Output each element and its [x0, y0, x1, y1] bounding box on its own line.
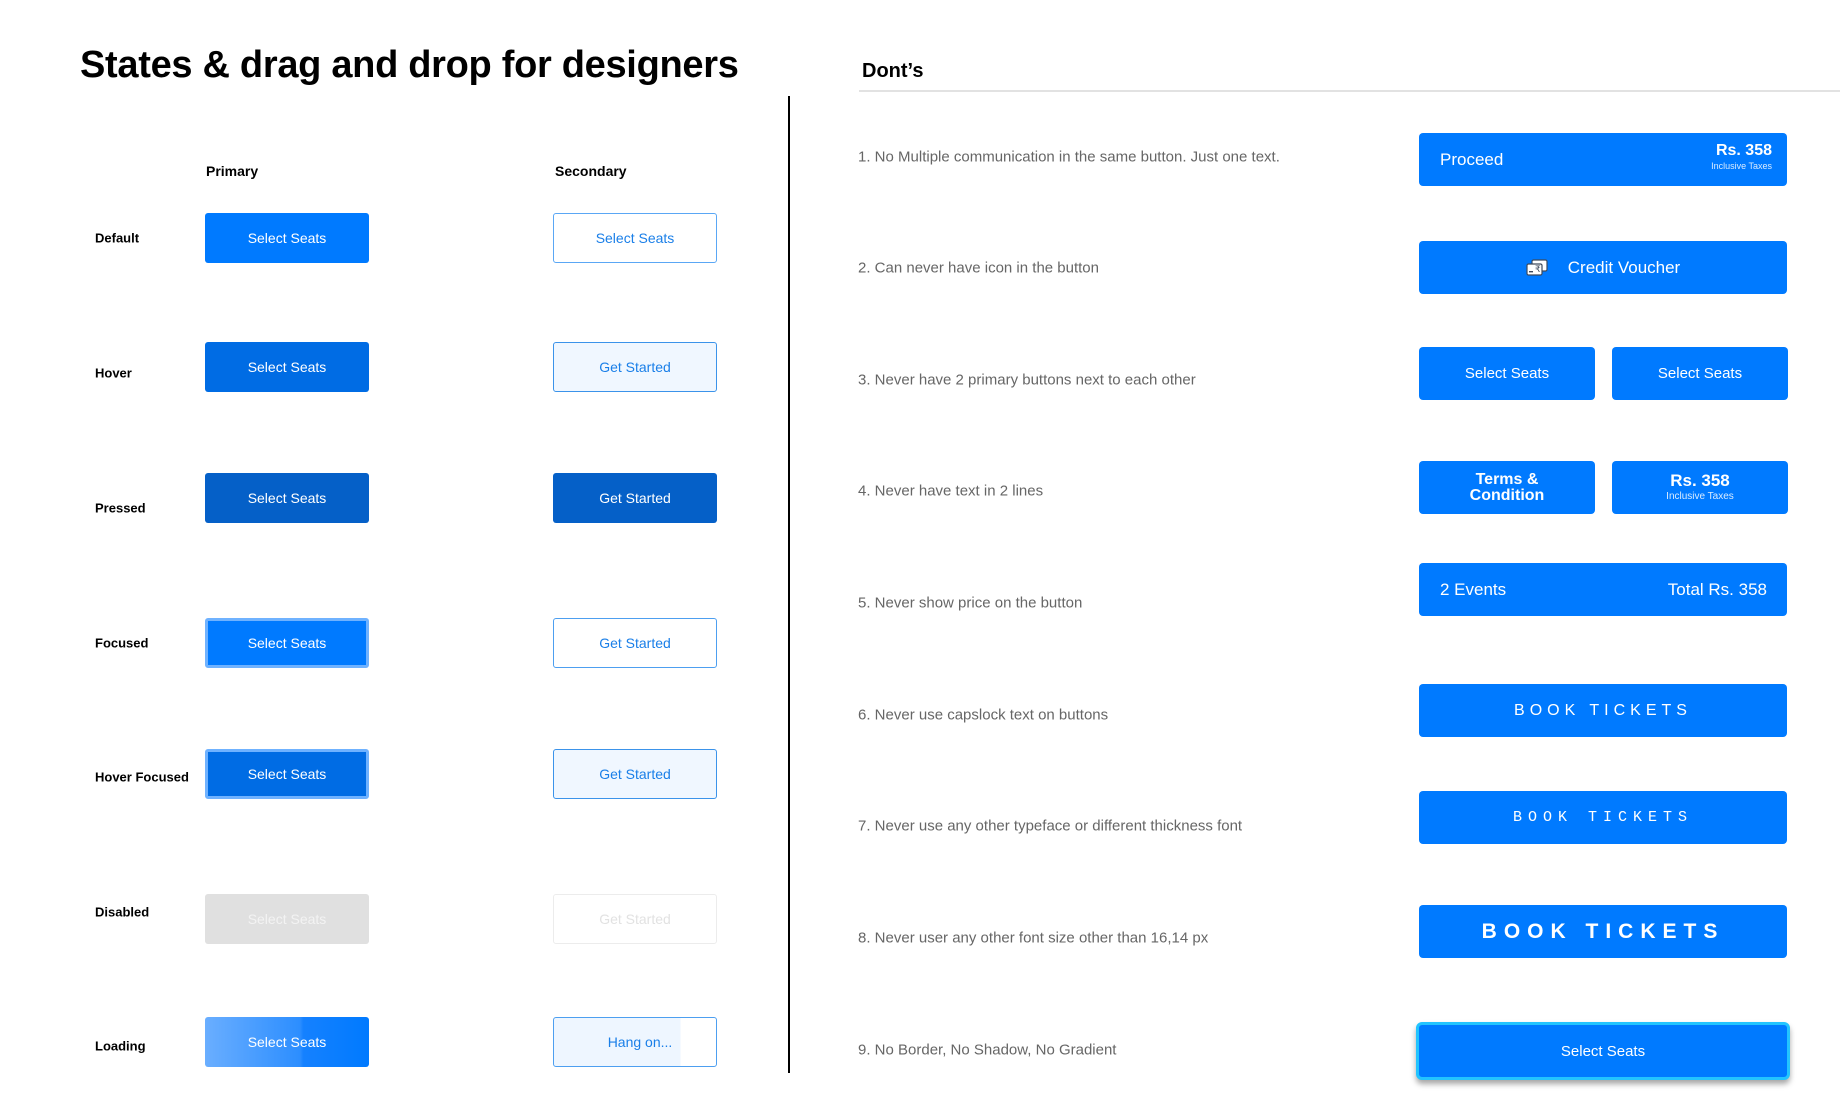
example-button-credit-voucher[interactable]: ₹ Credit Voucher — [1419, 241, 1787, 294]
secondary-button-loading[interactable]: Hang on... — [553, 1017, 717, 1067]
state-label-default: Default — [95, 230, 140, 246]
rule-text-6: 6. Never use capslock text on buttons — [858, 706, 1109, 724]
total-price: Total Rs. 358 — [1667, 579, 1767, 599]
rule-text-8: 8. Never user any other font size other … — [858, 929, 1209, 947]
button-label: Select Seats — [1560, 1042, 1646, 1060]
state-label-focused: Focused — [95, 635, 149, 651]
rule-text-4: 4. Never have text in 2 lines — [858, 482, 1044, 500]
button-label: Select Seats — [247, 766, 327, 782]
rule-text-9: 9. No Border, No Shadow, No Gradient — [858, 1041, 1117, 1059]
example-button-proceed[interactable]: Proceed Rs. 358 Inclusive Taxes — [1419, 133, 1787, 186]
example-button-terms[interactable]: Terms & Condition — [1419, 461, 1595, 514]
button-label: Select Seats — [247, 359, 327, 375]
secondary-button-disabled: Get Started — [553, 894, 717, 944]
example-button-events-total[interactable]: 2 Events Total Rs. 358 — [1419, 563, 1787, 616]
price-note: Inclusive Taxes — [1666, 491, 1734, 502]
donts-title: Dont’s — [862, 60, 924, 82]
secondary-button-focused[interactable]: Get Started — [553, 618, 717, 668]
button-label: Credit Voucher — [1567, 257, 1681, 277]
button-label-line-2: Condition — [1469, 486, 1545, 504]
button-label: Get Started — [599, 766, 671, 782]
example-button-select-seats-right[interactable]: Select Seats — [1612, 347, 1788, 400]
secondary-button-default[interactable]: Select Seats — [553, 213, 717, 263]
rupee-voucher-icon: ₹ — [1526, 258, 1548, 277]
button-label: BOOK TICKETS — [1512, 809, 1694, 826]
price-amount: Rs. 358 — [1670, 471, 1730, 490]
button-label: Proceed — [1440, 149, 1504, 169]
example-button-book-tickets-large[interactable]: BOOK TICKETS — [1419, 905, 1787, 958]
state-label-disabled: Disabled — [95, 904, 150, 920]
primary-button-disabled: Select Seats — [205, 894, 369, 944]
state-label-hover-focused: Hover Focused — [95, 769, 189, 785]
column-header-secondary: Secondary — [555, 163, 627, 179]
button-label: Select Seats — [1657, 365, 1743, 382]
column-header-primary: Primary — [206, 163, 259, 179]
primary-button-pressed[interactable]: Select Seats — [205, 473, 369, 523]
button-label: BOOK TICKETS — [1481, 919, 1725, 943]
example-button-border-shadow[interactable]: Select Seats — [1416, 1022, 1790, 1080]
rule-text-7: 7. Never use any other typeface or diffe… — [858, 817, 1243, 835]
button-label: Select Seats — [247, 230, 327, 246]
button-label: Select Seats — [247, 490, 327, 506]
button-label: Select Seats — [247, 911, 327, 927]
secondary-button-hover[interactable]: Get Started — [553, 342, 717, 392]
page-title: States & drag and drop for designers — [80, 44, 739, 86]
example-button-select-seats-left[interactable]: Select Seats — [1419, 347, 1595, 400]
primary-button-default[interactable]: Select Seats — [205, 213, 369, 263]
secondary-button-pressed[interactable]: Get Started — [553, 473, 717, 523]
rule-text-3: 3. Never have 2 primary buttons next to … — [858, 371, 1196, 389]
state-label-pressed: Pressed — [95, 500, 146, 516]
events-count: 2 Events — [1440, 579, 1507, 599]
section-divider — [788, 96, 790, 1073]
button-label: Select Seats — [247, 1034, 327, 1050]
state-label-loading: Loading — [95, 1038, 146, 1054]
rule-text-2: 2. Can never have icon in the button — [858, 259, 1099, 277]
example-button-book-tickets-caps[interactable]: BOOK TICKETS — [1419, 684, 1787, 737]
price-note: Inclusive Taxes — [1711, 161, 1772, 171]
donts-underline — [859, 90, 1840, 92]
example-button-price[interactable]: Rs. 358 Inclusive Taxes — [1612, 461, 1788, 514]
rule-text-5: 5. Never show price on the button — [858, 594, 1083, 612]
primary-button-loading[interactable]: Select Seats — [205, 1017, 369, 1067]
button-label: Get Started — [599, 490, 671, 506]
primary-button-focused[interactable]: Select Seats — [205, 618, 369, 668]
button-label: Select Seats — [247, 635, 327, 651]
button-label-line-1: Terms & — [1475, 470, 1539, 488]
primary-button-hover-focused[interactable]: Select Seats — [205, 749, 369, 799]
button-label: Select Seats — [1464, 365, 1550, 382]
secondary-button-hover-focused[interactable]: Get Started — [553, 749, 717, 799]
button-label: Select Seats — [595, 230, 675, 246]
price-block: Rs. 358 Inclusive Taxes — [1711, 142, 1772, 172]
button-label: Hang on... — [607, 1034, 673, 1050]
state-label-hover: Hover — [95, 365, 132, 381]
example-button-book-tickets-typeface[interactable]: BOOK TICKETS — [1419, 791, 1787, 844]
svg-text:₹: ₹ — [1535, 265, 1541, 275]
button-label: Get Started — [599, 911, 671, 927]
button-label: Get Started — [599, 635, 671, 651]
button-label: BOOK TICKETS — [1514, 701, 1692, 719]
rule-text-1: 1. No Multiple communication in the same… — [858, 148, 1280, 166]
price-amount: Rs. 358 — [1715, 142, 1772, 159]
primary-button-hover[interactable]: Select Seats — [205, 342, 369, 392]
button-label: Get Started — [599, 359, 671, 375]
